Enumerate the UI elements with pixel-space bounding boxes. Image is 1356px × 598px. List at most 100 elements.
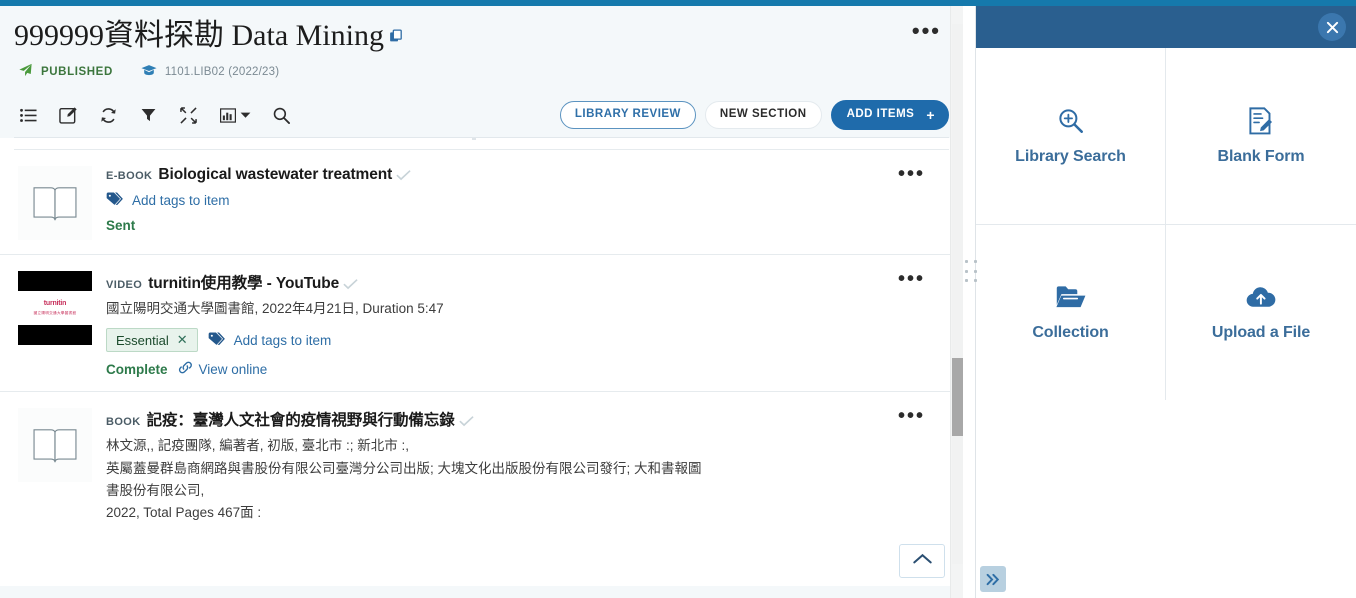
chevron-down-icon[interactable] xyxy=(240,106,251,124)
scrollbar-thumb[interactable] xyxy=(952,358,963,436)
card-library-search[interactable]: Library Search xyxy=(976,48,1166,225)
list-view-icon[interactable] xyxy=(18,105,38,125)
main-content: 999999資料探勘 Data Mining ••• PUBLISHED 110… xyxy=(0,6,963,598)
handle-dot xyxy=(973,269,977,273)
card-upload-file[interactable]: Upload a File xyxy=(1166,225,1356,401)
toolbar: LIBRARY REVIEW NEW SECTION ADD ITEMS + xyxy=(0,93,963,137)
filter-icon[interactable] xyxy=(138,105,158,125)
list-partial-row xyxy=(14,138,949,150)
item-tag-row: Essential ✕ Add tags to item xyxy=(106,328,949,353)
course-meta: PUBLISHED 1101.LIB02 (2022/23) xyxy=(0,56,963,80)
cloud-upload-icon xyxy=(1246,282,1276,312)
handle-dot xyxy=(973,260,977,263)
tag-chip-essential[interactable]: Essential ✕ xyxy=(106,328,198,353)
graduation-cap-icon xyxy=(141,64,157,80)
folder-open-icon xyxy=(1055,282,1086,312)
card-label: Blank Form xyxy=(1217,147,1305,165)
refresh-icon[interactable] xyxy=(98,105,118,125)
search-plus-icon xyxy=(1057,106,1084,136)
search-icon[interactable] xyxy=(271,105,291,125)
tag-icon xyxy=(208,332,225,349)
item-status: Sent xyxy=(106,218,136,233)
item-title[interactable]: 記疫：臺灣人文社會的疫情視野與行動備忘錄 xyxy=(147,408,455,430)
video-letterbox-bottom xyxy=(18,325,92,345)
item-tag-row: Add tags to item xyxy=(106,192,949,209)
list-header: 999999資料探勘 Data Mining ••• PUBLISHED 110… xyxy=(0,6,963,138)
toolbar-actions: LIBRARY REVIEW NEW SECTION ADD ITEMS + xyxy=(559,100,949,130)
video-frame: turnitin 國立陽明交通大學圖書館 xyxy=(18,291,92,325)
close-icon[interactable] xyxy=(1318,13,1346,41)
list-item[interactable]: E-BOOK Biological wastewater treatment A… xyxy=(0,150,963,255)
chevron-up-icon xyxy=(912,552,932,570)
handle-dot xyxy=(965,279,968,283)
add-tags-label: Add tags to item xyxy=(233,332,332,348)
item-more-menu[interactable]: ••• xyxy=(898,269,925,289)
panel-card-grid: Library Search Blank Form Collection Upl… xyxy=(976,48,1356,400)
item-status-row: Sent xyxy=(106,218,949,233)
panel-drag-handle[interactable] xyxy=(965,260,979,286)
card-collection[interactable]: Collection xyxy=(976,224,1166,400)
item-kind: BOOK xyxy=(106,416,141,429)
video-letterbox-top xyxy=(18,271,92,291)
add-tags-button[interactable]: Add tags to item xyxy=(106,192,230,209)
add-items-button[interactable]: ADD ITEMS + xyxy=(830,100,949,130)
library-review-button[interactable]: LIBRARY REVIEW xyxy=(559,101,696,129)
tag-remove-icon[interactable]: ✕ xyxy=(177,332,188,348)
item-metadata-line: 英屬蓋曼群島商網路與書股份有限公司臺灣分公司出版; 大塊文化出版股份有限公司發行… xyxy=(106,460,702,476)
collapse-icon[interactable] xyxy=(178,105,198,125)
view-online-label: View online xyxy=(198,361,268,377)
item-status: Complete xyxy=(106,361,168,377)
title-row: 999999資料探勘 Data Mining xyxy=(0,16,963,56)
page-title: 999999資料探勘 Data Mining xyxy=(14,19,384,52)
item-metadata: 國立陽明交通大學圖書館, 2022年4月21日, Duration 5:47 xyxy=(106,301,444,316)
course-code: 1101.LIB02 (2022/23) xyxy=(164,65,280,78)
panel-body: Library Search Blank Form Collection Upl… xyxy=(965,48,1356,598)
app-root: 999999資料探勘 Data Mining ••• PUBLISHED 110… xyxy=(0,0,1356,598)
panel-expand-button[interactable] xyxy=(980,566,1006,592)
analytics-menu[interactable] xyxy=(218,105,251,125)
item-body: VIDEO turnitin使用教學 - YouTube 國立陽明交通大學圖書館… xyxy=(106,271,949,377)
header-more-menu[interactable]: ••• xyxy=(912,20,941,42)
link-icon xyxy=(178,361,193,377)
add-items-label: ADD ITEMS xyxy=(846,108,915,121)
tag-icon xyxy=(106,192,123,209)
item-title[interactable]: turnitin使用教學 - YouTube xyxy=(148,271,339,293)
tag-chip-label: Essential xyxy=(116,332,169,348)
item-title[interactable]: Biological wastewater treatment xyxy=(158,166,392,184)
status-badge: PUBLISHED xyxy=(41,65,113,78)
turnitin-logo: turnitin xyxy=(43,300,67,307)
check-icon xyxy=(458,414,474,432)
main-scrollbar[interactable] xyxy=(950,6,963,598)
add-items-panel: Library Search Blank Form Collection Upl… xyxy=(965,6,1356,598)
scrollbar-track[interactable] xyxy=(952,24,963,564)
item-metadata-line: 書股份有限公司, xyxy=(106,482,205,498)
add-tags-label: Add tags to item xyxy=(132,193,230,208)
edit-icon[interactable] xyxy=(58,105,78,125)
item-more-menu[interactable]: ••• xyxy=(898,406,925,426)
card-label: Upload a File xyxy=(1211,324,1311,342)
handle-dot xyxy=(965,260,968,263)
book-icon xyxy=(18,166,92,240)
item-list: E-BOOK Biological wastewater treatment A… xyxy=(0,138,963,586)
item-title-line: BOOK 記疫：臺灣人文社會的疫情視野與行動備忘錄 xyxy=(106,408,949,430)
list-item[interactable]: BOOK 記疫：臺灣人文社會的疫情視野與行動備忘錄 林文源,, 記疫團隊, 編著… xyxy=(0,392,963,539)
handle-dot xyxy=(973,279,977,283)
item-title-line: E-BOOK Biological wastewater treatment xyxy=(106,166,949,184)
scroll-to-top-button[interactable] xyxy=(899,544,945,578)
paper-plane-icon xyxy=(18,63,33,80)
view-online-link[interactable]: View online xyxy=(178,361,268,377)
plus-icon: + xyxy=(926,107,935,123)
item-kind: E-BOOK xyxy=(106,170,153,182)
add-tags-button[interactable]: Add tags to item xyxy=(208,332,332,349)
item-title-line: VIDEO turnitin使用教學 - YouTube xyxy=(106,271,949,293)
new-section-button[interactable]: NEW SECTION xyxy=(704,101,822,129)
item-body: BOOK 記疫：臺灣人文社會的疫情視野與行動備忘錄 林文源,, 記疫團隊, 編著… xyxy=(106,408,949,524)
check-icon xyxy=(396,168,411,186)
item-metadata-line: 2022, Total Pages 467面 : xyxy=(106,505,262,521)
list-item[interactable]: turnitin 國立陽明交通大學圖書館 VIDEO turnitin使用教學 … xyxy=(0,255,963,393)
copy-icon[interactable] xyxy=(389,28,404,44)
card-blank-form[interactable]: Blank Form xyxy=(1166,48,1356,225)
analytics-icon[interactable] xyxy=(218,105,238,125)
item-kind: VIDEO xyxy=(106,279,143,291)
item-more-menu[interactable]: ••• xyxy=(898,164,925,184)
